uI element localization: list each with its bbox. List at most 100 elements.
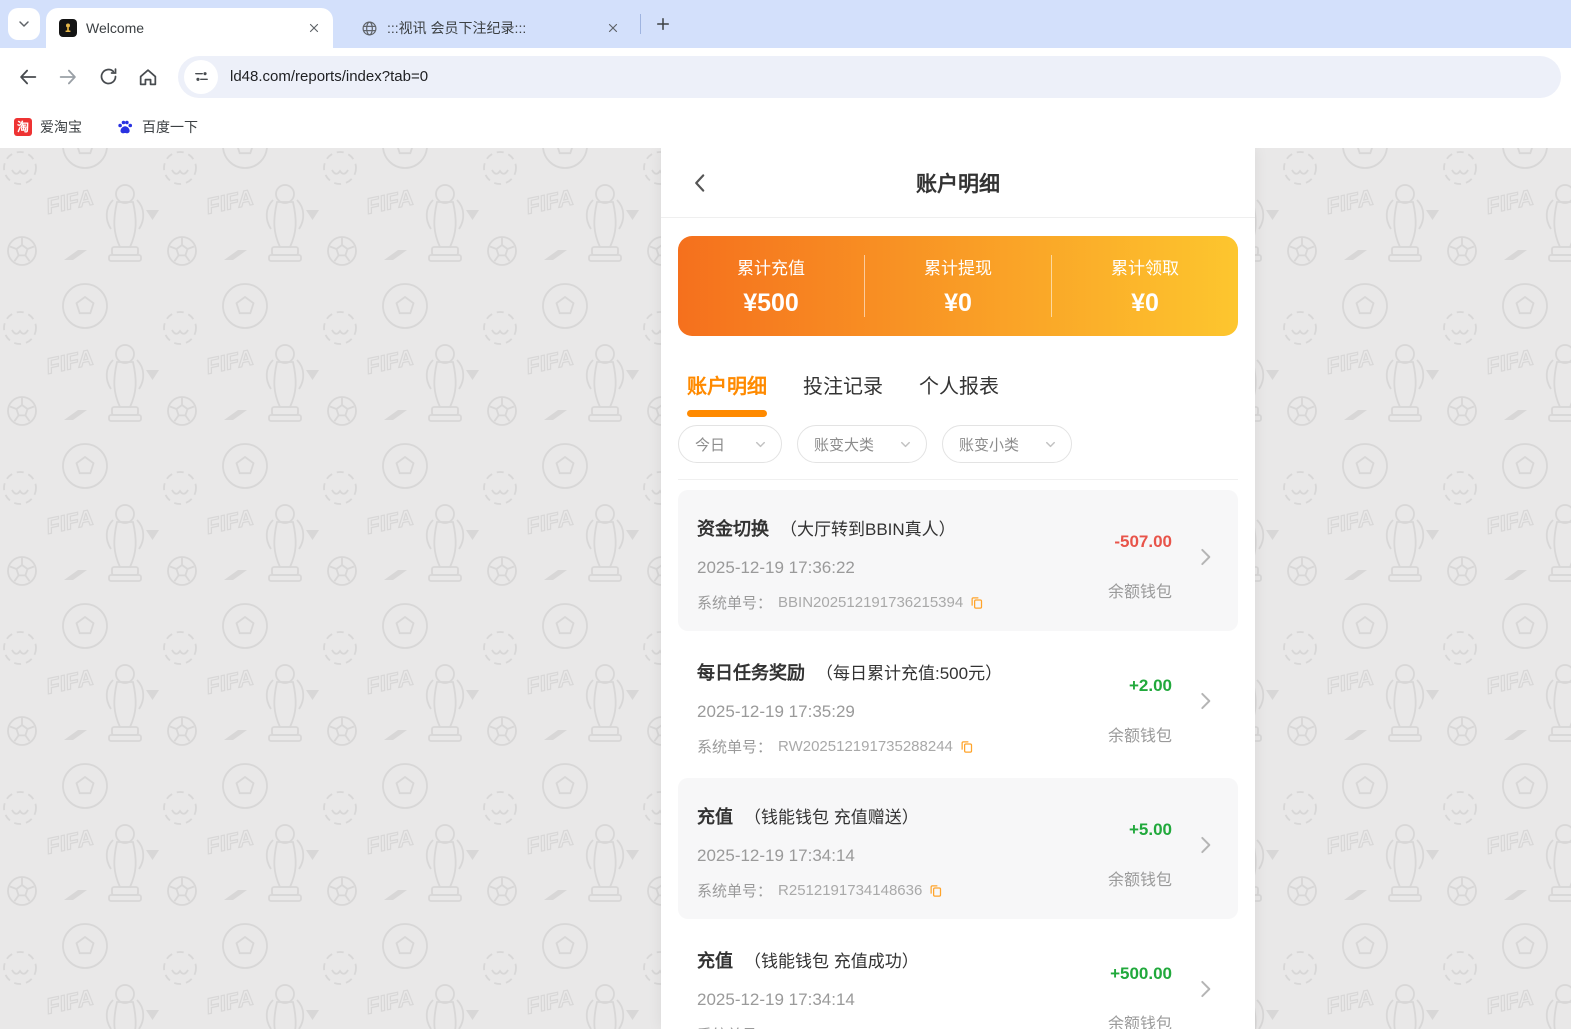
bookmarks-bar: 淘 爱淘宝 百度一下 — [0, 105, 1571, 148]
tab-title: Welcome — [86, 20, 145, 36]
transaction-amount: +500.00 — [1110, 964, 1172, 983]
transaction-type: 充值 — [697, 807, 733, 827]
copy-icon[interactable] — [969, 595, 984, 610]
order-label: 系统单号： — [697, 739, 773, 756]
account-detail-panel: 账户明细 累计充值 ¥500 累计提现 ¥0 累计领取 ¥0 账户明细 投注记录 个人报表 今… — [661, 148, 1255, 1029]
transaction-row[interactable]: 充值 （钱能钱包 充值成功） 2025-12-19 17:34:14 系统单号：R25… — [678, 922, 1238, 1029]
tab-active[interactable]: 账户明细 — [687, 370, 767, 417]
transaction-amount: +2.00 — [1128, 676, 1172, 695]
transaction-order: 系统单号： RW202512191735288244 — [697, 736, 1168, 757]
chevron-down-icon — [898, 437, 913, 452]
summary-stat: 累计充值 ¥500 — [678, 254, 864, 318]
welcome-favicon-icon — [58, 18, 78, 38]
transaction-datetime: 2025-12-19 17:35:29 — [697, 702, 855, 721]
browser-window: Welcome :::视讯 会员下注纪录::: ld48.com/reports… — [0, 0, 1571, 1029]
filter-label: 账变小类 — [959, 436, 1020, 454]
forward-button[interactable] — [50, 59, 86, 95]
transaction-row[interactable]: 充值 （钱能钱包 充值赠送） 2025-12-19 17:34:14 系统单号： R25… — [678, 778, 1238, 919]
transaction-amount: +5.00 — [1128, 820, 1172, 839]
new-tab-button[interactable] — [649, 10, 677, 38]
arrow-right-icon — [59, 69, 76, 84]
order-label: 系统单号： — [697, 595, 773, 612]
summary-stat-value: ¥0 — [1131, 289, 1159, 317]
transaction-order: 系统单号： BBIN202512191736215394 — [697, 592, 1168, 613]
browser-tab-records[interactable]: :::视讯 会员下注纪录::: — [347, 8, 632, 48]
transaction-subtitle: （钱能钱包 充值赠送） — [744, 808, 919, 827]
bookmark-baidu[interactable]: 百度一下 — [116, 117, 198, 137]
transaction-type: 每日任务奖励 — [697, 663, 805, 683]
chevron-down-icon — [19, 21, 29, 27]
filter-row: 今日 账变大类 账变小类 — [678, 425, 1238, 480]
summary-stat-label: 累计领取 — [1111, 259, 1179, 278]
transaction-subtitle: （钱能钱包 充值成功） — [744, 952, 919, 971]
page-content: FIFA 账户明细 累计充值¥500累计提现¥0累计领取¥0 账户明细投注记录个… — [0, 148, 1571, 1029]
filter-label: 今日 — [695, 436, 726, 454]
transaction-right: -507.00 余额钱包 — [1108, 532, 1172, 602]
chevron-right-icon[interactable] — [1192, 976, 1218, 1002]
filter-dropdown[interactable]: 账变小类 — [942, 425, 1073, 463]
home-icon — [139, 68, 157, 85]
home-button[interactable] — [130, 59, 166, 95]
site-info-icon[interactable] — [184, 59, 218, 94]
transaction-title-row: 充值 （钱能钱包 充值赠送） — [697, 803, 1168, 829]
transaction-order: 系统单号：R2512191734140068 — [697, 1024, 1168, 1029]
reload-icon — [100, 68, 116, 85]
order-number: RW202512191735288244 — [778, 738, 953, 755]
transaction-row[interactable]: 资金切换 （大厅转到BBIN真人） 2025-12-19 17:36:22 系统单号：… — [678, 490, 1238, 631]
chevron-down-icon — [753, 437, 768, 452]
transaction-right: +2.00 余额钱包 — [1108, 676, 1172, 746]
tab-divider — [640, 14, 641, 34]
transaction-type: 充值 — [697, 951, 733, 971]
summary-stat-value: ¥0 — [944, 289, 972, 317]
taobao-icon: 淘 — [14, 117, 32, 136]
filter-dropdown[interactable]: 今日 — [678, 425, 782, 463]
panel-header: 账户明细 — [661, 148, 1255, 218]
summary-stat: 累计领取 ¥0 — [1052, 254, 1238, 318]
order-label: 系统单号： — [697, 883, 773, 900]
tab-strip: Welcome :::视讯 会员下注纪录::: — [0, 0, 1571, 48]
browser-tab-welcome[interactable]: Welcome — [46, 8, 333, 48]
transaction-wallet: 余额钱包 — [1107, 584, 1172, 601]
chevron-right-icon[interactable] — [1192, 832, 1218, 858]
filter-dropdown[interactable]: 账变大类 — [797, 425, 928, 463]
chevron-right-icon[interactable] — [1192, 544, 1218, 570]
globe-icon — [359, 18, 379, 38]
transaction-right: +500.00 余额钱包 — [1108, 964, 1172, 1029]
transaction-subtitle: （每日累计充值:500元） — [816, 664, 1003, 683]
bookmark-aitaobao[interactable]: 淘 爱淘宝 — [14, 117, 82, 137]
bookmark-label: 百度一下 — [142, 118, 198, 135]
order-number: BBIN202512191736215394 — [778, 594, 964, 611]
transaction-wallet: 余额钱包 — [1107, 1016, 1172, 1029]
bookmark-label: 爱淘宝 — [40, 118, 82, 135]
reload-button[interactable] — [90, 59, 126, 95]
url-bar[interactable]: ld48.com/reports/index?tab=0 — [178, 55, 1561, 98]
transaction-right: +5.00 余额钱包 — [1108, 820, 1172, 890]
tab-item[interactable]: 个人报表 — [919, 370, 999, 417]
tab-search-button[interactable] — [8, 8, 40, 40]
transaction-row[interactable]: 每日任务奖励 （每日累计充值:500元） 2025-12-19 17:35:29 系统… — [678, 634, 1238, 775]
tab-close-icon[interactable] — [604, 19, 622, 37]
back-button[interactable] — [10, 59, 46, 95]
tab-item[interactable]: 投注记录 — [803, 370, 883, 417]
transaction-amount: -507.00 — [1114, 532, 1172, 551]
transaction-datetime: 2025-12-19 17:34:14 — [697, 990, 855, 1009]
back-chevron-icon[interactable] — [687, 170, 713, 196]
transaction-subtitle: （大厅转到BBIN真人） — [780, 520, 956, 539]
summary-stat: 累计提现 ¥0 — [865, 254, 1051, 318]
filter-label: 账变大类 — [814, 436, 875, 454]
baidu-paw-icon — [116, 118, 134, 136]
chevron-right-icon[interactable] — [1192, 688, 1218, 714]
copy-icon[interactable] — [959, 739, 974, 754]
order-number: R2512191734148636 — [778, 882, 923, 899]
arrow-left-icon — [20, 69, 37, 84]
url-text: ld48.com/reports/index?tab=0 — [230, 68, 429, 85]
copy-icon[interactable] — [928, 883, 943, 898]
summary-stat-value: ¥500 — [743, 289, 799, 317]
browser-toolbar: ld48.com/reports/index?tab=0 — [0, 48, 1571, 105]
tab-title: :::视讯 会员下注纪录::: — [387, 20, 527, 36]
tab-close-icon[interactable] — [305, 19, 323, 37]
transaction-title-row: 资金切换 （大厅转到BBIN真人） — [697, 515, 1168, 541]
transaction-type: 资金切换 — [697, 519, 769, 539]
summary-stat-label: 累计充值 — [737, 259, 805, 278]
transaction-datetime: 2025-12-19 17:34:14 — [697, 846, 855, 865]
